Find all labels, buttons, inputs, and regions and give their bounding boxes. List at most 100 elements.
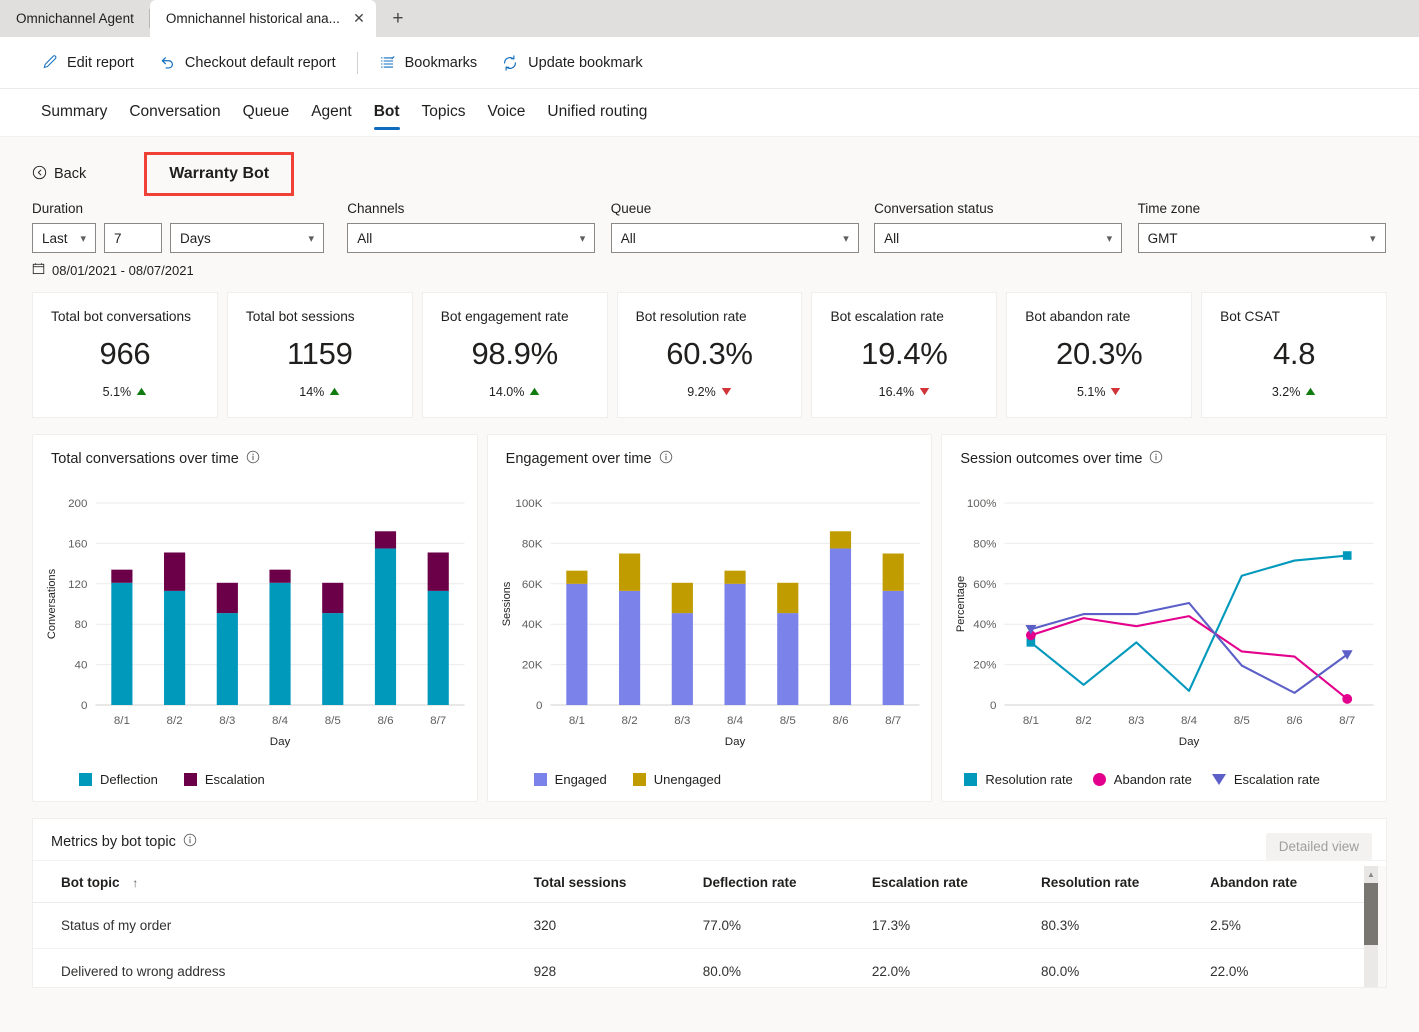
table-scrollbar[interactable]: ▲ <box>1364 866 1378 987</box>
kpi-card-total-bot-conversations[interactable]: Total bot conversations 966 5.1% <box>32 292 218 418</box>
scrollbar-thumb[interactable] <box>1364 883 1378 945</box>
kpi-card-bot-csat[interactable]: Bot CSAT 4.8 3.2% <box>1201 292 1388 418</box>
svg-text:8/5: 8/5 <box>1234 715 1250 727</box>
kpi-card-bot-abandon-rate[interactable]: Bot abandon rate 20.3% 5.1% <box>1006 292 1193 418</box>
tab-label: Agent <box>311 103 352 120</box>
svg-text:8/7: 8/7 <box>430 715 446 727</box>
legend-item-escalation[interactable]: Escalation <box>183 772 265 787</box>
tab-bot[interactable]: Bot <box>363 91 411 134</box>
refresh-icon <box>501 54 519 72</box>
browser-tab-historical-analytics[interactable]: Omnichannel historical ana... ✕ <box>149 0 376 37</box>
info-icon[interactable] <box>246 450 260 468</box>
legend-item-escalation-rate[interactable]: Escalation rate <box>1211 772 1320 787</box>
legend-label: Unengaged <box>653 772 721 787</box>
trend-up-icon <box>529 385 540 399</box>
column-header-deflection-rate[interactable]: Deflection rate <box>702 861 872 903</box>
svg-text:8/6: 8/6 <box>1287 715 1303 727</box>
queue-value: All <box>620 230 636 246</box>
svg-text:40%: 40% <box>974 619 997 631</box>
filter-channels: Channels All ▾ <box>347 201 610 253</box>
back-button[interactable]: Back <box>32 165 86 184</box>
browser-tab-omnichannel-agent[interactable]: Omnichannel Agent <box>0 0 150 37</box>
svg-text:80: 80 <box>75 619 88 631</box>
legend-item-unengaged[interactable]: Unengaged <box>632 772 721 787</box>
table-row[interactable]: Status of my order 320 77.0% 17.3% 80.3%… <box>33 902 1386 949</box>
duration-relative-select[interactable]: Last ▾ <box>32 223 96 253</box>
arrow-up-icon: ↑ <box>132 876 139 890</box>
table-row[interactable]: Delivered to wrong address 928 80.0% 22.… <box>33 948 1386 987</box>
filter-queue: Queue All ▾ <box>610 201 874 253</box>
chart-legend-total-conversations: Deflection Escalation <box>79 772 265 787</box>
svg-text:8/5: 8/5 <box>779 715 795 727</box>
column-header-escalation-rate[interactable]: Escalation rate <box>871 861 1041 903</box>
column-header-abandon-rate[interactable]: Abandon rate <box>1210 861 1386 903</box>
info-icon[interactable] <box>1149 450 1163 468</box>
queue-select[interactable]: All ▾ <box>610 223 859 253</box>
kpi-delta: 14% <box>299 385 340 399</box>
close-icon[interactable]: ✕ <box>350 10 368 28</box>
time-zone-select[interactable]: GMT ▾ <box>1137 223 1386 253</box>
duration-amount-value: 7 <box>114 230 122 246</box>
kpi-card-total-bot-sessions[interactable]: Total bot sessions 1159 14% <box>226 292 413 418</box>
kpi-title: Bot resolution rate <box>635 309 747 324</box>
tab-summary[interactable]: Summary <box>30 91 118 134</box>
duration-unit-select[interactable]: Days ▾ <box>170 223 324 253</box>
svg-text:8/7: 8/7 <box>1340 715 1356 727</box>
tab-queue[interactable]: Queue <box>232 91 301 134</box>
kpi-card-bot-resolution-rate[interactable]: Bot resolution rate 60.3% 9.2% <box>616 292 803 418</box>
legend-item-resolution-rate[interactable]: Resolution rate <box>964 772 1073 787</box>
chart-plot-session-outcomes[interactable]: 0 20% 40% 60% 80% 100% 8/1 8/2 8/3 8/4 8/5 8/6 8/7 Da… <box>942 477 1386 767</box>
kpi-value: 20.3% <box>1056 336 1143 371</box>
chart-title-row: Session outcomes over time <box>942 435 1386 468</box>
bookmarks-button[interactable]: Bookmarks <box>368 48 489 77</box>
legend-item-deflection[interactable]: Deflection <box>79 772 158 787</box>
legend-swatch <box>79 773 92 786</box>
duration-relative-value: Last <box>42 230 68 246</box>
checkout-default-report-button[interactable]: Checkout default report <box>147 48 347 78</box>
svg-text:8/5: 8/5 <box>325 715 341 727</box>
tab-topics[interactable]: Topics <box>411 91 477 134</box>
legend-item-abandon-rate[interactable]: Abandon rate <box>1092 772 1192 787</box>
duration-amount-input[interactable]: 7 <box>104 223 162 253</box>
svg-text:Conversations: Conversations <box>46 568 58 639</box>
info-icon[interactable] <box>183 833 197 851</box>
tab-conversation[interactable]: Conversation <box>118 91 231 134</box>
tab-agent[interactable]: Agent <box>300 91 363 134</box>
svg-text:Day: Day <box>724 736 745 748</box>
kpi-value: 966 <box>99 336 151 371</box>
channels-select[interactable]: All ▾ <box>347 223 596 253</box>
scroll-up-icon[interactable]: ▲ <box>1364 866 1378 883</box>
kpi-card-bot-engagement-rate[interactable]: Bot engagement rate 98.9% 14.0% <box>421 292 608 418</box>
detailed-view-button[interactable]: Detailed view <box>1265 833 1372 860</box>
chart-card-engagement: Engagement over time 0 20K 40K 60K 80K 100K 8/… <box>486 434 933 802</box>
kpi-delta-value: 14% <box>299 385 325 399</box>
tab-label: Voice <box>487 103 526 120</box>
filter-label: Conversation status <box>874 201 994 216</box>
legend-swatch <box>183 773 197 786</box>
chart-legend-engagement: Engaged Unengaged <box>533 772 721 787</box>
legend-label: Resolution rate <box>985 772 1073 787</box>
table-title: Metrics by bot topic <box>51 834 176 850</box>
chart-legend-session-outcomes: Resolution rate Abandon rate Escalation … <box>964 772 1320 787</box>
update-bookmark-button[interactable]: Update bookmark <box>490 48 653 78</box>
chart-plot-engagement[interactable]: 0 20K 40K 60K 80K 100K 8/1 8/2 8/3 8/4 8/5 8/6 8/7 Da… <box>488 477 932 767</box>
legend-label: Escalation rate <box>1233 772 1320 787</box>
cell-resolution-rate: 80.3% <box>1040 902 1211 949</box>
kpi-delta: 14.0% <box>489 385 540 399</box>
conversation-status-select[interactable]: All ▾ <box>874 223 1123 253</box>
tab-voice[interactable]: Voice <box>476 91 536 134</box>
edit-report-button[interactable]: Edit report <box>30 48 145 77</box>
column-header-resolution-rate[interactable]: Resolution rate <box>1040 861 1211 903</box>
report-nav-tabs: Summary Conversation Queue Agent Bot Top… <box>0 89 1419 137</box>
svg-text:40: 40 <box>75 660 88 672</box>
trend-up-icon <box>136 385 147 399</box>
kpi-card-bot-escalation-rate[interactable]: Bot escalation rate 19.4% 16.4% <box>811 292 998 418</box>
column-header-bot-topic[interactable]: Bot topic ↑ <box>33 861 534 903</box>
plus-icon[interactable]: + <box>382 4 414 34</box>
tab-unified-routing[interactable]: Unified routing <box>536 91 658 134</box>
legend-item-engaged[interactable]: Engaged <box>533 772 607 787</box>
column-header-total-sessions[interactable]: Total sessions <box>533 861 703 903</box>
filter-label: Queue <box>610 201 652 216</box>
info-icon[interactable] <box>659 450 673 468</box>
chart-plot-total-conversations[interactable]: 0 40 80 120 160 200 8/1 8/2 8/3 8/4 8/5 8/6 8/7 Day Co… <box>33 477 477 767</box>
